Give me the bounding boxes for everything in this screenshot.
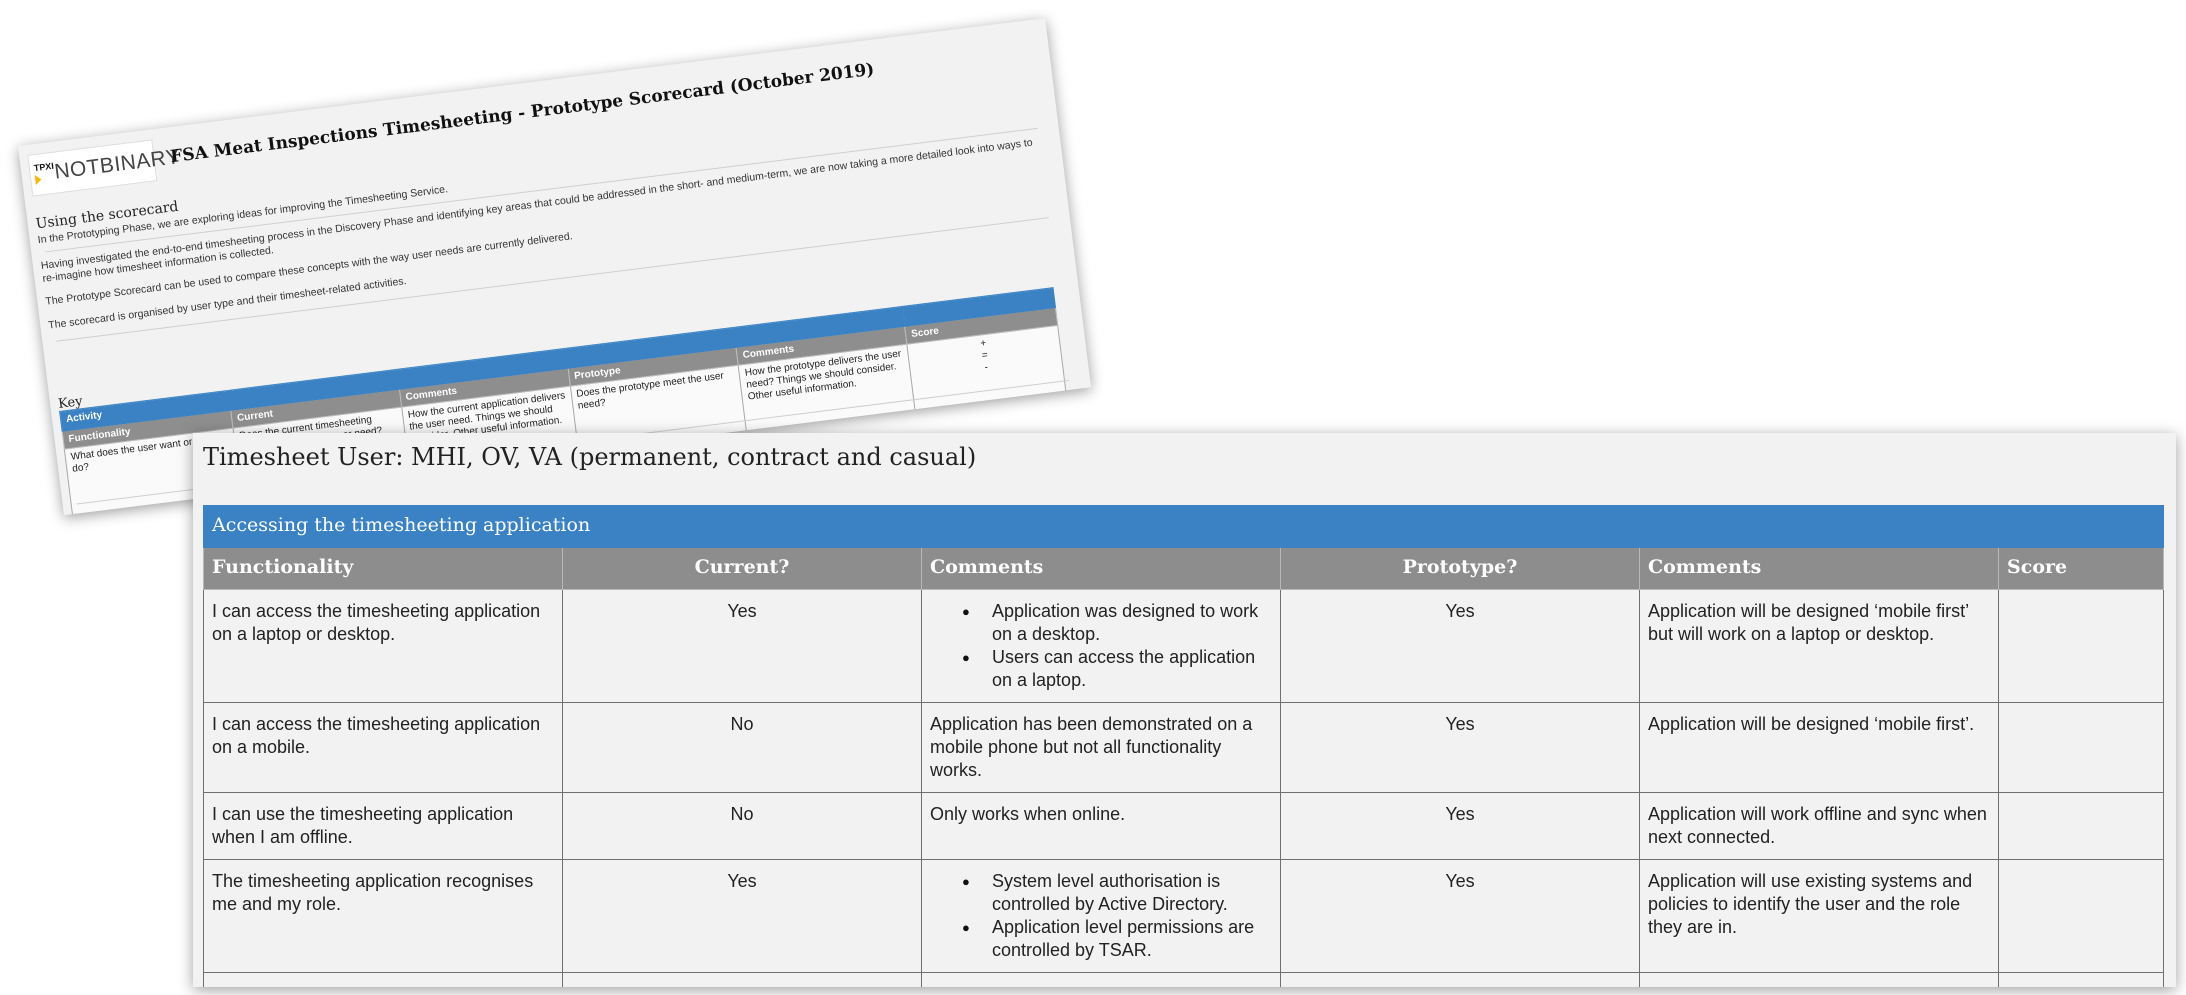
header-comments: Comments [921, 547, 1281, 590]
current-cell: Yes [562, 589, 922, 703]
current-comments-cell: Application has been demonstrated on a m… [921, 702, 1281, 793]
scorecard-detail-page: Timesheet User: MHI, OV, VA (permanent, … [193, 433, 2176, 987]
current-cell: No [562, 702, 922, 793]
prototype-cell: Yes [1280, 859, 1640, 973]
prototype-comments-cell [1638, 972, 2000, 987]
list-item: System level authorisation is controlled… [930, 870, 1272, 916]
scorecard-table: Accessing the timesheeting application F… [202, 505, 2165, 987]
current-cell: No [562, 792, 922, 860]
current-comments-cell: Only works when online. [921, 792, 1281, 860]
prototype-comments-cell: Application will be designed ‘mobile fir… [1638, 589, 2000, 703]
list-item: Users can access the application on a la… [930, 646, 1272, 692]
header-current: Current? [562, 547, 922, 590]
list-item: Application level permissions are contro… [930, 916, 1272, 962]
prototype-comments-cell: Application will be designed ‘mobile fir… [1638, 702, 2000, 793]
logo-wordmark: NOTBINARY [53, 145, 182, 184]
table-row: The timesheeting application recognises … [203, 859, 2165, 973]
functionality-cell: I can access the timesheeting applicatio… [203, 702, 563, 793]
prototype-cell [1280, 972, 1640, 987]
comment-list: Application was designed to work on a de… [930, 600, 1272, 692]
prototype-cell: Yes [1280, 702, 1640, 793]
comment-list: System level authorisation is controlled… [930, 870, 1272, 962]
table-header-row: Functionality Current? Comments Prototyp… [203, 547, 2165, 590]
activity-title: Accessing the timesheeting application [202, 505, 2000, 548]
functionality-cell: I can use the timesheeting application w… [203, 792, 563, 860]
prototype-cell: Yes [1280, 589, 1640, 703]
score-cell [1998, 972, 2165, 987]
arrow-icon [34, 173, 42, 185]
score-cell [1998, 589, 2165, 703]
tpxi-logo-mark: TPXI [33, 160, 56, 186]
current-comments-cell [921, 972, 1281, 987]
score-cell [1998, 702, 2165, 793]
table-row: I can use the timesheeting application w… [203, 792, 2165, 860]
tpxi-logo-text: TPXI [33, 160, 55, 173]
prototype-cell: Yes [1280, 792, 1640, 860]
activity-score-cell [1998, 505, 2165, 548]
prototype-comments-cell: Application will use existing systems an… [1638, 859, 2000, 973]
functionality-cell: I can access the timesheeting applicatio… [203, 589, 563, 703]
current-cell [562, 972, 922, 987]
current-comments-cell: System level authorisation is controlled… [921, 859, 1281, 973]
notbinary-logo: TPXI NOTBINARY [27, 139, 182, 197]
current-comments-cell: Application was designed to work on a de… [921, 589, 1281, 703]
table-row: I can access the timesheeting applicatio… [203, 702, 2165, 793]
functionality-cell: The timesheeting application recognises … [203, 859, 563, 973]
score-cell [1998, 859, 2165, 973]
list-item: Application was designed to work on a de… [930, 600, 1272, 646]
score-cell [1998, 792, 2165, 860]
current-cell: Yes [562, 859, 922, 973]
section-title: Timesheet User: MHI, OV, VA (permanent, … [203, 443, 977, 471]
functionality-cell [203, 972, 563, 987]
header-prototype: Prototype? [1280, 547, 1640, 590]
header-functionality: Functionality [203, 547, 563, 590]
activity-row: Accessing the timesheeting application [202, 505, 2165, 548]
prototype-comments-cell: Application will work offline and sync w… [1638, 792, 2000, 860]
table-row: I can access the timesheeting applicatio… [203, 589, 2165, 703]
header-comments: Comments [1638, 547, 2000, 590]
header-score: Score [1998, 547, 2165, 590]
table-row [203, 972, 2165, 987]
